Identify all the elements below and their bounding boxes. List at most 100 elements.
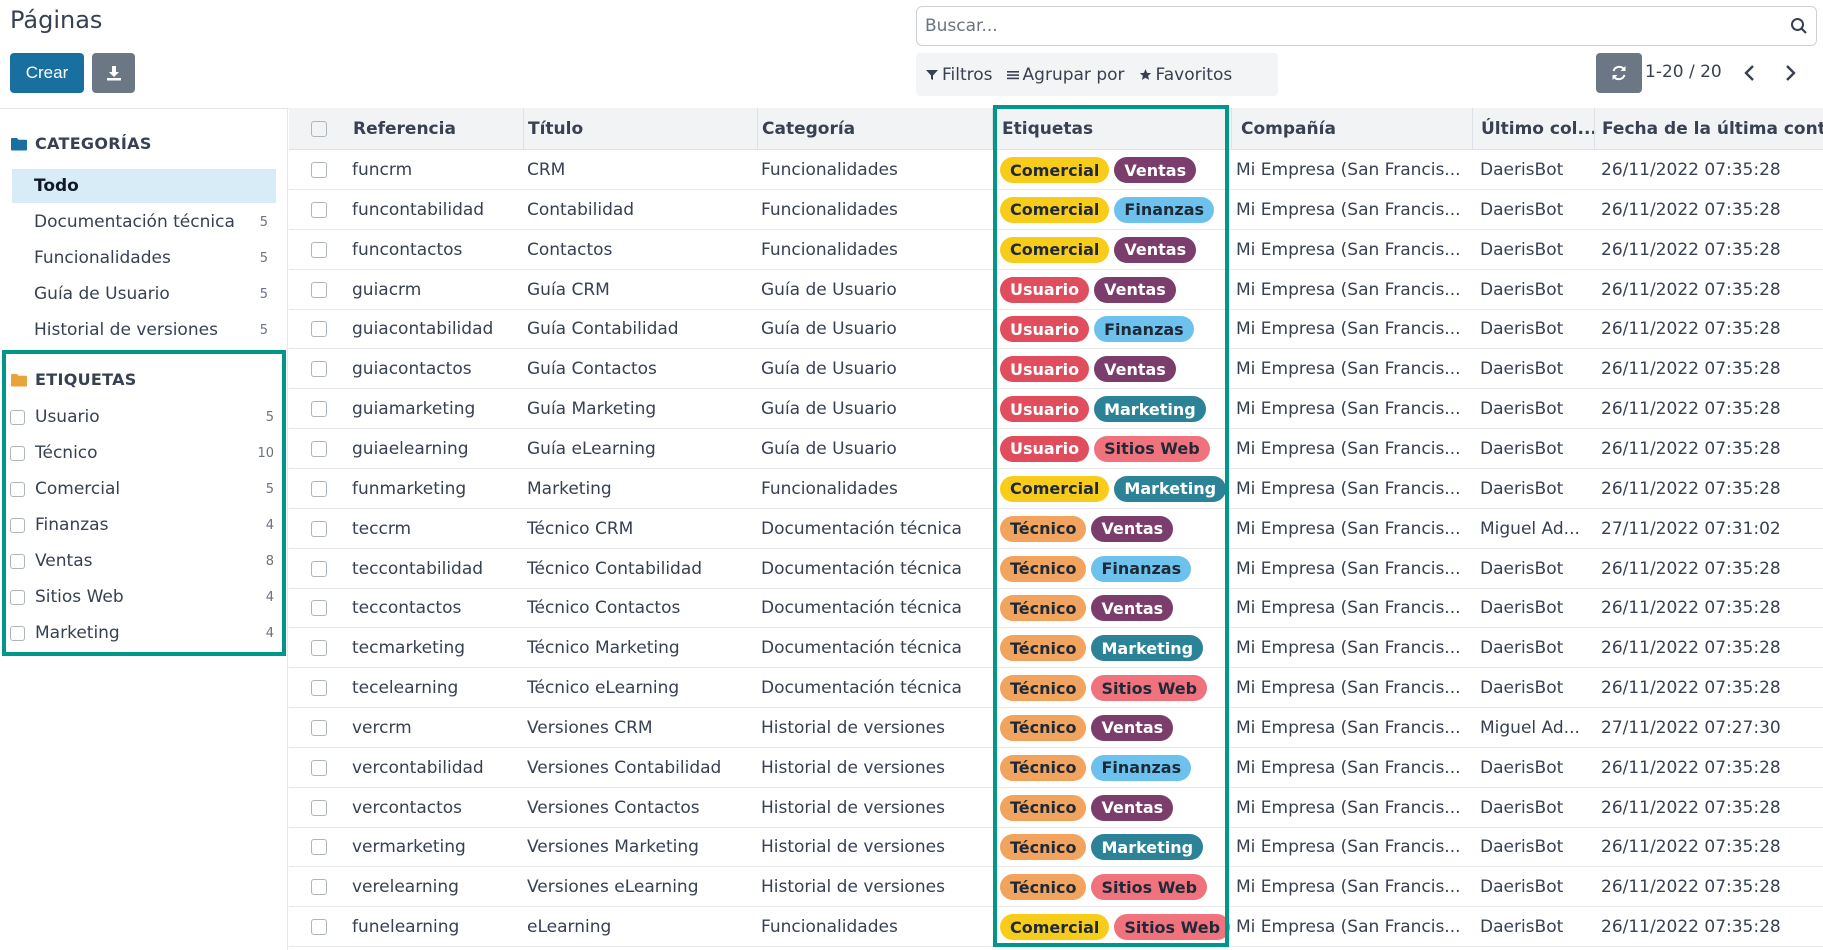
category-item-funcionalidades[interactable]: Funcionalidades 5 <box>12 241 276 275</box>
select-all-checkbox[interactable] <box>311 121 327 137</box>
tag-filter-finanzas[interactable]: Finanzas 4 <box>10 508 274 542</box>
row-checkbox[interactable] <box>311 241 327 258</box>
cell-ultimo-colaborador: DaerisBot <box>1480 757 1564 778</box>
select-all-cell[interactable] <box>311 108 327 150</box>
tag-filter-tecnico[interactable]: Técnico 10 <box>10 436 274 470</box>
row-checkbox[interactable] <box>311 879 327 896</box>
row-select-cell[interactable] <box>311 788 327 828</box>
category-item-guia-de-usuario[interactable]: Guía de Usuario 5 <box>12 277 276 311</box>
pager-value[interactable]: 1-20 / 20 <box>1645 62 1722 82</box>
tag-filter-label: Marketing <box>35 623 120 643</box>
tag-filter-ventas[interactable]: Ventas 8 <box>10 544 274 578</box>
tag-filter-comercial[interactable]: Comercial 5 <box>10 472 274 506</box>
group-by-toggle[interactable]: Agrupar por <box>1006 65 1125 85</box>
checkbox[interactable] <box>10 481 25 497</box>
checkbox[interactable] <box>10 409 25 425</box>
column-separator <box>523 108 524 150</box>
column-header-ultimo-colaborador[interactable]: Último col... <box>1481 108 1601 150</box>
row-select-cell[interactable] <box>311 748 327 788</box>
category-item-todo[interactable]: Todo <box>12 169 276 203</box>
column-header-referencia[interactable]: Referencia <box>353 108 528 150</box>
search-input[interactable] <box>925 16 1790 36</box>
cell-fecha: 26/11/2022 07:35:28 <box>1601 438 1781 459</box>
row-select-cell[interactable] <box>311 349 327 389</box>
cell-referencia: tecelearning <box>352 678 459 699</box>
row-checkbox[interactable] <box>311 680 327 697</box>
row-select-cell[interactable] <box>311 270 327 310</box>
row-checkbox[interactable] <box>311 719 327 736</box>
cell-compania: Mi Empresa (San Francis... <box>1236 319 1461 340</box>
row-select-cell[interactable] <box>311 628 327 668</box>
row-select-cell[interactable] <box>311 668 327 708</box>
search-bar[interactable] <box>916 6 1817 46</box>
column-header-fecha[interactable]: Fecha de la última cont... <box>1602 108 1823 150</box>
refresh-button[interactable] <box>1596 53 1642 93</box>
row-checkbox[interactable] <box>311 799 327 816</box>
row-select-cell[interactable] <box>311 708 327 748</box>
create-button[interactable]: Crear <box>10 53 84 93</box>
column-header-categoria[interactable]: Categoría <box>762 108 992 150</box>
row-checkbox[interactable] <box>311 162 327 178</box>
row-select-cell[interactable] <box>311 588 327 628</box>
checkbox[interactable] <box>10 517 25 533</box>
pager-previous-button[interactable] <box>1736 58 1762 88</box>
row-select-cell[interactable] <box>311 230 327 270</box>
category-item-historial-de-versiones[interactable]: Historial de versiones 5 <box>12 313 276 347</box>
cell-ultimo-colaborador: DaerisBot <box>1480 678 1564 699</box>
row-select-cell[interactable] <box>311 549 327 589</box>
row-checkbox[interactable] <box>311 640 327 657</box>
row-select-cell[interactable] <box>311 867 327 907</box>
row-checkbox[interactable] <box>311 759 327 776</box>
row-select-cell[interactable] <box>311 150 327 190</box>
search-icon[interactable] <box>1790 17 1808 35</box>
row-checkbox[interactable] <box>311 480 327 497</box>
row-select-cell[interactable] <box>311 190 327 230</box>
category-count: 5 <box>259 286 268 302</box>
row-select-cell[interactable] <box>311 509 327 549</box>
row-checkbox[interactable] <box>311 520 327 537</box>
checkbox[interactable] <box>10 589 25 605</box>
cell-categoria: Guía de Usuario <box>761 279 897 300</box>
row-checkbox[interactable] <box>311 201 327 218</box>
favorites-toggle[interactable]: Favoritos <box>1139 65 1232 85</box>
row-checkbox[interactable] <box>311 361 327 378</box>
row-checkbox[interactable] <box>311 321 327 338</box>
cell-ultimo-colaborador: DaerisBot <box>1480 598 1564 619</box>
cell-titulo: CRM <box>527 160 566 180</box>
row-select-cell[interactable] <box>311 309 327 349</box>
row-checkbox[interactable] <box>311 401 327 418</box>
row-select-cell[interactable] <box>311 429 327 469</box>
tag-filter-sitios-web[interactable]: Sitios Web 4 <box>10 580 274 614</box>
checkbox[interactable] <box>10 553 25 569</box>
cell-categoria: Guía de Usuario <box>761 359 897 380</box>
category-label: Funcionalidades <box>34 248 171 268</box>
row-checkbox[interactable] <box>311 839 327 856</box>
row-checkbox[interactable] <box>311 600 327 617</box>
row-checkbox[interactable] <box>311 440 327 457</box>
row-select-cell[interactable] <box>311 469 327 509</box>
cell-categoria: Documentación técnica <box>761 638 962 659</box>
row-checkbox[interactable] <box>311 560 327 577</box>
pager-next-button[interactable] <box>1778 58 1804 88</box>
row-checkbox[interactable] <box>311 281 327 298</box>
category-count: 5 <box>259 250 268 266</box>
download-button[interactable] <box>92 53 135 93</box>
column-header-titulo[interactable]: Título <box>528 108 758 150</box>
tags-title: ETIQUETAS <box>35 370 137 389</box>
cell-categoria: Funcionalidades <box>761 239 898 260</box>
cell-ultimo-colaborador: Miguel Ad... <box>1480 518 1580 539</box>
category-item-documentacion-tecnica[interactable]: Documentación técnica 5 <box>12 205 276 239</box>
cell-ultimo-colaborador: DaerisBot <box>1480 558 1564 579</box>
row-checkbox[interactable] <box>311 919 327 936</box>
filters-toggle[interactable]: Filtros <box>926 65 993 85</box>
row-select-cell[interactable] <box>311 827 327 867</box>
column-header-compania[interactable]: Compañía <box>1241 108 1471 150</box>
checkbox[interactable] <box>10 625 25 641</box>
cell-categoria: Historial de versiones <box>761 717 945 738</box>
checkbox[interactable] <box>10 445 25 461</box>
tag-filter-marketing[interactable]: Marketing 4 <box>10 616 274 650</box>
etiquetas-column-highlight <box>993 105 1229 947</box>
row-select-cell[interactable] <box>311 389 327 429</box>
tag-filter-usuario[interactable]: Usuario 5 <box>10 400 274 434</box>
row-select-cell[interactable] <box>311 907 327 947</box>
